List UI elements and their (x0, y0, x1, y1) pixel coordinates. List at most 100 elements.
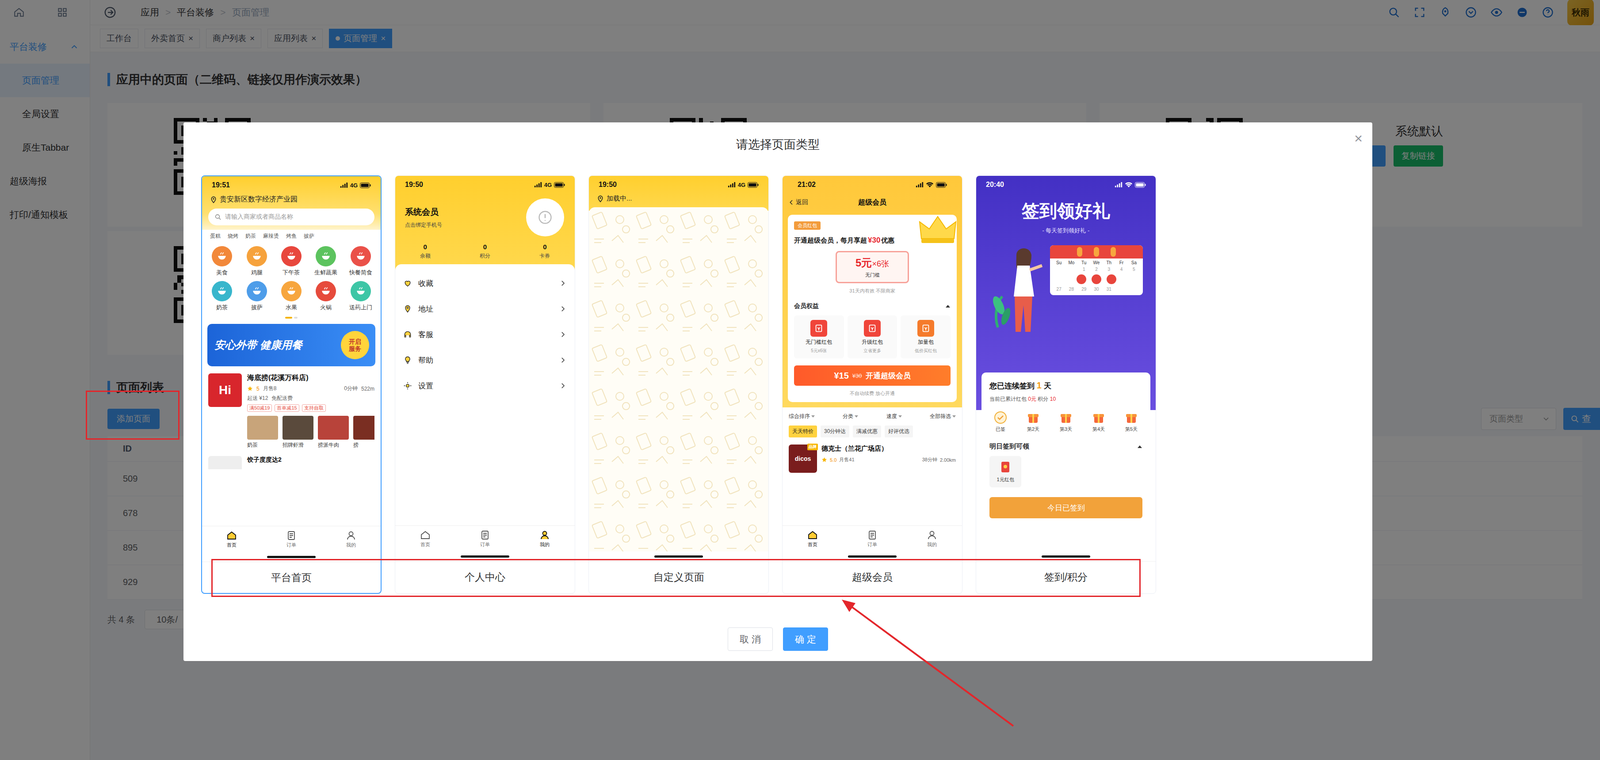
filter-chip[interactable]: 满减优惠 (852, 425, 882, 438)
menu-row[interactable]: 帮助 (403, 347, 567, 374)
avatar[interactable] (526, 198, 565, 237)
category[interactable]: 水果 (274, 281, 309, 312)
loading-canvas (588, 207, 769, 552)
carousel-dot[interactable] (294, 316, 298, 319)
search-field[interactable]: 请输入商家或者商品名称 (208, 208, 375, 226)
sort-option[interactable]: 速度 (886, 412, 902, 421)
sort-option[interactable]: 分类 (842, 412, 859, 421)
benefit-icon (810, 320, 828, 337)
page-type-option[interactable]: 20:40 签到领好礼 - 每天签到领好礼 - SuMoTuWeThFrSa 1… (975, 175, 1157, 595)
menu-icon (403, 381, 413, 391)
coupon: 5元×6张 无门槛 (835, 251, 909, 284)
promo-tag: 满50减19 (247, 404, 272, 413)
promo-banner[interactable]: 安心外带 健康用餐 开启服务 (207, 324, 376, 367)
stat[interactable]: 0余额 (395, 243, 455, 260)
signed-today-button[interactable]: 今日已签到 (989, 497, 1143, 519)
category[interactable]: 快餐简食 (343, 246, 379, 277)
page-type-option[interactable]: 21:02 返回 超级会员 会员红包 开通超级会员，每月享超¥30优惠 5元×6… (782, 175, 963, 595)
hot-word[interactable]: 烧烤 (227, 232, 239, 241)
dish[interactable]: 奶茶 (247, 416, 279, 450)
close-button[interactable]: × (1354, 130, 1363, 147)
hot-word[interactable]: 烤鱼 (286, 232, 297, 241)
menu-row[interactable]: 设置 (403, 373, 567, 399)
star-icon (247, 385, 253, 392)
hot-word[interactable]: 披萨 (303, 232, 315, 241)
home-icon (807, 530, 818, 541)
signal-icon (339, 182, 348, 189)
page-type-option[interactable]: 19:50 4G 加载中... 自定义页面 (588, 175, 769, 595)
stat[interactable]: 0积分 (454, 243, 515, 260)
category[interactable]: 火锅 (308, 281, 344, 312)
hot-word[interactable]: 蛋糕 (210, 232, 221, 241)
app-tab[interactable]: 首页 (807, 530, 818, 549)
signin-day: 已签 (993, 411, 1008, 433)
app-tab[interactable]: 首页 (226, 530, 237, 549)
page-preview: 19:50 4G 加载中... (588, 175, 769, 562)
status-bar: 19:50 4G (395, 175, 575, 194)
red-packet-icon (998, 460, 1012, 474)
chevron-right-icon (558, 279, 567, 288)
annotation-box (211, 559, 1141, 598)
hot-word[interactable]: 奶茶 (245, 232, 256, 241)
app-tab[interactable]: 我的 (539, 530, 550, 549)
signal-icon (915, 182, 924, 188)
benefit[interactable]: 升级红包 立省更多 (847, 315, 898, 359)
app-tab[interactable]: 我的 (926, 530, 938, 549)
open-vip-button[interactable]: ¥15¥30开通超级会员 (794, 365, 951, 386)
profile-header: 19:50 4G 系统会员 点击绑定手机号 0余额0积分0卡券 (395, 175, 575, 270)
app-tab[interactable]: 首页 (420, 530, 431, 549)
sort-option[interactable]: 综合排序 (788, 412, 815, 421)
category-icon (246, 281, 268, 302)
app-tab[interactable]: 订单 (479, 530, 491, 549)
hot-word[interactable]: 麻辣烫 (263, 232, 279, 241)
category[interactable]: 披萨 (239, 281, 274, 312)
category[interactable]: 送药上门 (343, 281, 379, 312)
app-tab[interactable]: 我的 (345, 530, 357, 549)
category[interactable]: 鸡腿 (239, 246, 274, 277)
category-icon (211, 246, 233, 267)
app-tab[interactable]: 订单 (286, 530, 297, 549)
vip-header: 21:02 返回 超级会员 会员红包 开通超级会员，每月享超¥30优惠 5元×6… (782, 175, 963, 408)
stat[interactable]: 0卡券 (515, 243, 575, 260)
app-tab[interactable]: 订单 (866, 530, 878, 549)
store-card[interactable]: dicos 品牌 德克士（兰花广场店） 5.0月售41 38分钟2.00km (782, 441, 963, 477)
sort-bar: 综合排序 分类 速度 全部筛选 (782, 407, 963, 426)
cancel-button[interactable]: 取 消 (727, 627, 773, 652)
signin-day: 第2天 (1026, 411, 1040, 433)
store-logo: Hi (208, 373, 242, 408)
dish[interactable]: 捞派牛肉 (317, 416, 349, 450)
page-type-option[interactable]: 19:50 4G 系统会员 点击绑定手机号 0余额0积分0卡券 收藏 地址 客服… (394, 175, 576, 595)
store-card[interactable]: Hi 海底捞(花溪万科店) 5 月售8 0分钟 522m 起送 ¥12免配送费 … (202, 366, 381, 452)
carousel-dot[interactable] (285, 316, 293, 319)
confirm-button[interactable]: 确 定 (782, 627, 829, 652)
dish[interactable]: 招牌虾滑 (282, 416, 314, 450)
filter-chip[interactable]: 天天特价 (788, 425, 818, 438)
page-type-option[interactable]: 19:51 4G 贵安新区数字经济产业园 请输入商家或者商品名称 蛋糕烧烤奶茶麻… (201, 175, 382, 595)
filter-chip[interactable]: 30分钟达 (820, 425, 850, 438)
banner-button[interactable]: 开启服务 (340, 331, 370, 360)
signal-icon (534, 182, 543, 188)
battery-icon (359, 182, 371, 189)
category[interactable]: 生鲜蔬果 (308, 246, 344, 277)
filter-chip[interactable]: 好评优选 (884, 425, 913, 438)
menu-row[interactable]: 地址 (403, 296, 567, 322)
category[interactable]: 奶茶 (204, 281, 240, 312)
battery-icon (935, 182, 948, 188)
annotation-box (85, 390, 180, 440)
menu-row[interactable]: 客服 (403, 321, 567, 348)
battery-icon (747, 182, 759, 188)
store-card[interactable]: 饺子度度达2 (202, 451, 381, 474)
category[interactable]: 下午茶 (274, 246, 309, 277)
location[interactable]: 加载中... (588, 193, 769, 206)
dish[interactable]: 捞 (353, 416, 375, 450)
bind-phone-link[interactable]: 点击绑定手机号 (404, 221, 443, 230)
benefit[interactable]: 加量包 低价买红包 (900, 315, 951, 359)
menu-row[interactable]: 收藏 (403, 270, 567, 297)
location[interactable]: 贵安新区数字经济产业园 (202, 194, 381, 207)
back-button[interactable]: 返回 (787, 198, 859, 207)
signin-card: 您已连续签到 1 天 当前已累计红包 0元 积分 10 已签 第2天 第3天 第… (981, 372, 1151, 527)
status-bar: 21:02 (787, 175, 957, 194)
sort-option[interactable]: 全部筛选 (929, 412, 956, 421)
category[interactable]: 美食 (204, 246, 240, 277)
benefit[interactable]: 无门槛红包 5元x6张 (794, 315, 844, 359)
